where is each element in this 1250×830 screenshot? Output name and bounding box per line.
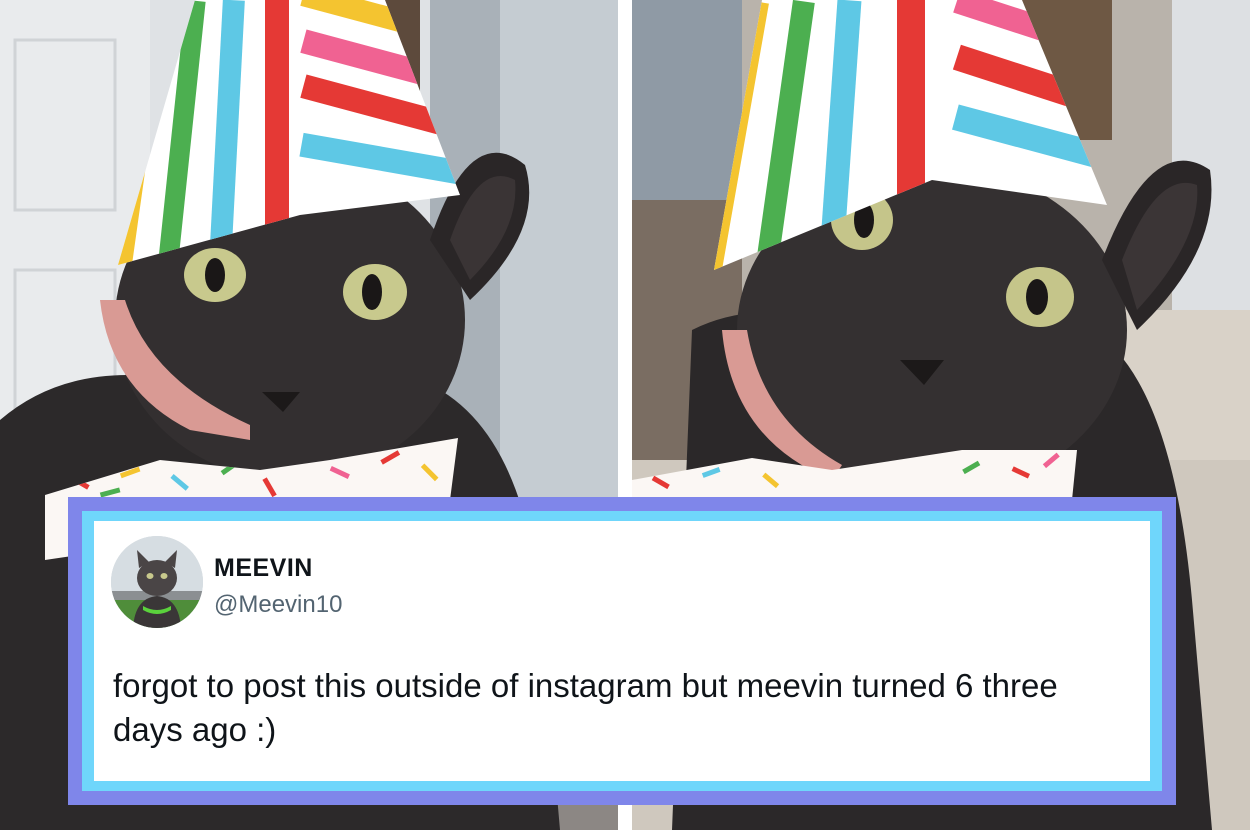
- avatar[interactable]: [111, 536, 203, 628]
- tweet-card: MEEVIN @Meevin10 forgot to post this out…: [94, 521, 1150, 781]
- cat-avatar-icon: [111, 536, 203, 628]
- tweet-text: forgot to post this outside of instagram…: [113, 667, 1058, 748]
- tweet-outer-frame: MEEVIN @Meevin10 forgot to post this out…: [68, 497, 1176, 805]
- user-handle[interactable]: @Meevin10: [214, 591, 342, 619]
- tweet-inner-frame: MEEVIN @Meevin10 forgot to post this out…: [82, 511, 1162, 791]
- display-name[interactable]: MEEVIN: [214, 554, 313, 583]
